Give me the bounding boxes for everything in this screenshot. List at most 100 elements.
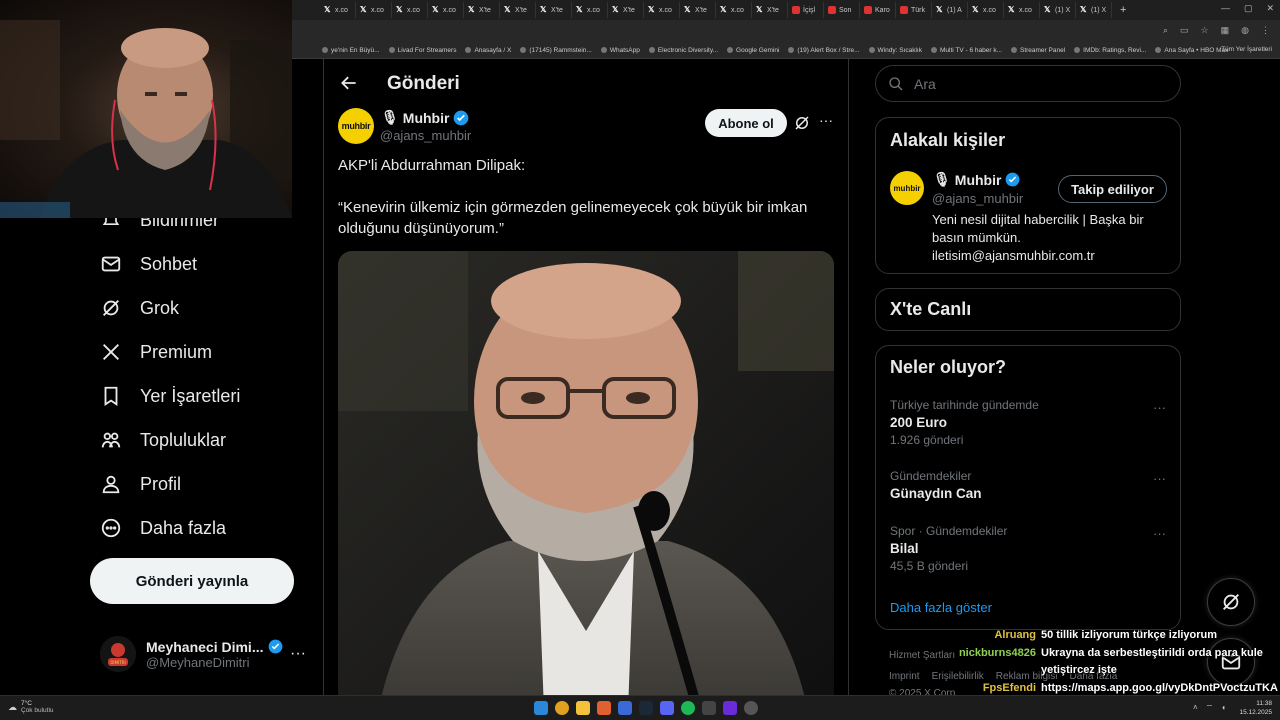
browser-tab[interactable]: 𝕏x.co bbox=[392, 2, 428, 18]
live-card[interactable]: X'te Canlı bbox=[875, 288, 1181, 331]
browser-tab[interactable]: 𝕏x.co bbox=[968, 2, 1004, 18]
volume-icon[interactable]: ◖ bbox=[1221, 703, 1226, 713]
author-name-row[interactable]: 🎙 Muhbir bbox=[381, 109, 469, 126]
bookmark-item[interactable]: Livad For Streamers bbox=[388, 46, 457, 54]
browser-tab[interactable]: İçişl bbox=[788, 2, 824, 18]
bookmark-item[interactable]: Windy: Sıcaklık bbox=[868, 47, 922, 54]
author-avatar[interactable]: muhbir bbox=[338, 108, 374, 144]
back-arrow-icon[interactable] bbox=[339, 73, 359, 93]
maximize-icon[interactable]: ▢ bbox=[1244, 3, 1253, 14]
trend-more-icon[interactable]: ··· bbox=[1153, 471, 1166, 486]
bookmark-item[interactable]: WhatsApp bbox=[600, 47, 640, 54]
bookmark-item[interactable]: (17145) Rammstein... bbox=[520, 47, 592, 54]
browser-tab[interactable]: 𝕏x.co bbox=[572, 2, 608, 18]
bookmark-item[interactable]: Multi TV - 6 haber k... bbox=[930, 47, 1002, 54]
search-input[interactable]: Ara bbox=[875, 65, 1181, 102]
bookmark-item[interactable]: (19) Alert Box / Stre... bbox=[788, 47, 860, 54]
all-bookmarks[interactable]: Tüm Yer İşaretleri bbox=[1221, 46, 1272, 53]
account-more-icon[interactable]: ··· bbox=[290, 645, 306, 663]
app-icon[interactable] bbox=[723, 701, 737, 715]
star-icon[interactable]: ☆ bbox=[1201, 25, 1209, 36]
nav-item-premium[interactable]: Premium bbox=[100, 341, 212, 363]
nav-item-daha-fazla[interactable]: Daha fazla bbox=[100, 517, 226, 539]
new-tab-icon[interactable]: + bbox=[1120, 4, 1126, 16]
nav-item-sohbet[interactable]: Sohbet bbox=[100, 253, 197, 275]
post-image[interactable] bbox=[338, 251, 834, 695]
following-button[interactable]: Takip ediliyor bbox=[1058, 175, 1167, 203]
related-handle[interactable]: @ajans_muhbir bbox=[932, 191, 1023, 206]
bookmark-item[interactable]: Electronic Diversity... bbox=[648, 47, 718, 54]
browser-tab[interactable]: 𝕏 X'te bbox=[752, 2, 788, 18]
extensions-icon[interactable]: ▦ bbox=[1221, 25, 1230, 36]
related-avatar[interactable]: muhbir bbox=[890, 171, 924, 205]
browser-tab[interactable]: 𝕏x.co bbox=[716, 2, 752, 18]
browser-tab[interactable]: 𝕏 X'te bbox=[608, 2, 644, 18]
footer-terms[interactable]: Hizmet Şartları bbox=[889, 650, 955, 661]
file-explorer-icon[interactable] bbox=[576, 701, 590, 715]
wifi-icon[interactable]: ⌔ bbox=[1206, 703, 1214, 713]
bookmark-label: Livad For Streamers bbox=[397, 46, 457, 54]
app-icon[interactable] bbox=[618, 701, 632, 715]
nav-item-yer-i̇şaretleri[interactable]: Yer İşaretleri bbox=[100, 385, 240, 407]
browser-tab[interactable]: 𝕏 X'te bbox=[680, 2, 716, 18]
app-icon[interactable] bbox=[702, 701, 716, 715]
messages-fab-button[interactable] bbox=[1207, 638, 1255, 686]
footer-link[interactable]: Erişilebilirlik bbox=[932, 671, 984, 682]
browser-tab[interactable]: 𝕏 X'te bbox=[500, 2, 536, 18]
zoom-icon[interactable]: ⌕ bbox=[1163, 25, 1168, 36]
tab-label: x.co bbox=[731, 6, 744, 14]
browser-tab[interactable]: 𝕏 (1) X bbox=[1076, 2, 1112, 18]
chrome-icon[interactable] bbox=[555, 701, 569, 715]
steam-icon[interactable] bbox=[639, 701, 653, 715]
account-switcher[interactable]: DIMITRI Meyhaneci Dimi... @MeyhaneDimitr… bbox=[100, 636, 283, 672]
trend-item[interactable]: Türkiye tarihinde gündemde 200 Euro 1.926 … bbox=[890, 398, 1039, 447]
related-name-row[interactable]: 🎙 Muhbir bbox=[933, 171, 1020, 188]
bookmark-item[interactable]: Anasayfa / X bbox=[465, 47, 511, 54]
chevron-up-icon[interactable]: ˄ bbox=[1193, 703, 1198, 713]
profile-icon[interactable]: ◍ bbox=[1241, 25, 1249, 36]
browser-tab[interactable]: 𝕏x.co bbox=[1004, 2, 1040, 18]
browser-tab[interactable]: 𝕏 X'te bbox=[536, 2, 572, 18]
browser-tab[interactable]: Son bbox=[824, 2, 860, 18]
bookmark-item[interactable]: ye'nin En Büyü... bbox=[322, 47, 380, 54]
bookmark-item[interactable]: Ana Sayfa • HBO Max bbox=[1155, 47, 1228, 54]
close-icon[interactable]: ✕ bbox=[1266, 3, 1274, 14]
browser-tab[interactable]: 𝕏 (1) A bbox=[932, 2, 968, 18]
nav-item-topluluklar[interactable]: Topluluklar bbox=[100, 429, 226, 451]
bookmark-item[interactable]: Streamer Panel bbox=[1010, 47, 1065, 54]
menu-icon[interactable]: ⋮ bbox=[1261, 25, 1270, 36]
browser-tab[interactable]: 𝕏x.co bbox=[320, 2, 356, 18]
trend-more-icon[interactable]: ··· bbox=[1153, 400, 1166, 415]
discord-icon[interactable] bbox=[660, 701, 674, 715]
app-icon[interactable] bbox=[597, 701, 611, 715]
subscribe-button[interactable]: Abone ol bbox=[705, 109, 787, 137]
footer-link[interactable]: Imprint bbox=[889, 671, 920, 682]
bookmark-item[interactable]: Google Gemini bbox=[727, 47, 779, 54]
nav-item-grok[interactable]: Grok bbox=[100, 297, 179, 319]
bookmark-item[interactable]: IMDb: Ratings, Revi... bbox=[1074, 47, 1146, 54]
browser-tab[interactable]: Türk bbox=[896, 2, 932, 18]
grok-icon[interactable] bbox=[793, 114, 811, 137]
author-handle[interactable]: @ajans_muhbir bbox=[380, 128, 471, 143]
post-button[interactable]: Gönderi yayınla bbox=[90, 558, 294, 604]
browser-tab[interactable]: 𝕏x.co bbox=[356, 2, 392, 18]
weather-widget[interactable]: ☁ 7°C Çok bulutlu bbox=[8, 700, 54, 714]
trend-item[interactable]: Spor · Gündemdekiler Bilal 45,5 B gönderi bbox=[890, 524, 1007, 573]
browser-tab[interactable]: 𝕏x.co bbox=[428, 2, 464, 18]
show-more-link[interactable]: Daha fazla göster bbox=[890, 600, 992, 615]
start-icon[interactable] bbox=[534, 701, 548, 715]
trend-item[interactable]: Gündemdekiler Günaydın Can bbox=[890, 469, 982, 501]
clock[interactable]: 11:38 15.12.2025 bbox=[1239, 699, 1272, 717]
obs-icon[interactable] bbox=[744, 701, 758, 715]
browser-tab[interactable]: Karo bbox=[860, 2, 896, 18]
grok-fab-button[interactable] bbox=[1207, 578, 1255, 626]
browser-tab[interactable]: 𝕏x.co bbox=[644, 2, 680, 18]
trend-more-icon[interactable]: ··· bbox=[1153, 526, 1166, 541]
spotify-icon[interactable] bbox=[681, 701, 695, 715]
cast-icon[interactable]: ▭ bbox=[1180, 25, 1189, 36]
nav-item-profil[interactable]: Profil bbox=[100, 473, 181, 495]
post-more-icon[interactable]: ··· bbox=[819, 112, 833, 128]
minimize-icon[interactable]: — bbox=[1221, 3, 1230, 14]
browser-tab[interactable]: 𝕏 (1) X bbox=[1040, 2, 1076, 18]
browser-tab[interactable]: 𝕏 X'te bbox=[464, 2, 500, 18]
